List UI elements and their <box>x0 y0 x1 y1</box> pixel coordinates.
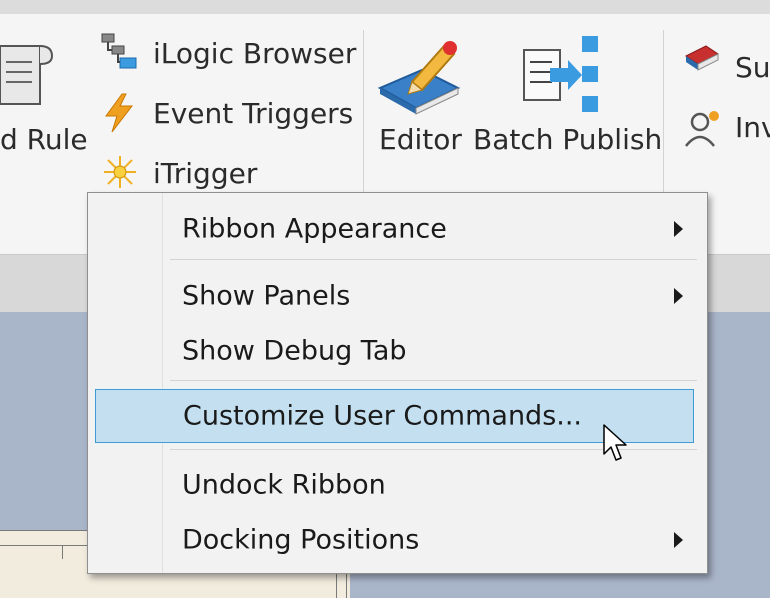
batch-publish-button[interactable]: Batch Publish <box>473 126 662 154</box>
menu-item-label: Show Panels <box>182 280 351 312</box>
menu-item-show-panels[interactable]: Show Panels <box>88 272 707 320</box>
menu-item-label: Ribbon Appearance <box>182 213 447 245</box>
menu-item-undock-ribbon[interactable]: Undock Ribbon <box>88 461 707 509</box>
tree-browser-icon <box>101 33 137 69</box>
editor-button[interactable]: Editor <box>379 126 462 154</box>
su-button[interactable]: Su <box>735 54 770 82</box>
menu-item-label: Docking Positions <box>182 524 420 556</box>
submenu-arrow-icon <box>674 288 683 304</box>
user-icon <box>685 111 719 147</box>
menu-item-ribbon-appearance[interactable]: Ribbon Appearance <box>88 205 707 253</box>
inv-button[interactable]: Inv <box>735 114 770 142</box>
menu-item-show-debug-tab[interactable]: Show Debug Tab <box>88 327 707 375</box>
itrigger-button[interactable]: iTrigger <box>153 160 257 188</box>
ilogic-browser-button[interactable]: iLogic Browser <box>153 40 356 68</box>
mouse-pointer-icon <box>603 424 627 461</box>
red-book-icon <box>685 45 719 71</box>
menu-separator <box>170 259 697 260</box>
menu-separator <box>170 380 697 381</box>
scroll-icon <box>0 45 54 105</box>
rule-button-label[interactable]: d Rule <box>0 126 88 154</box>
batch-publish-icon <box>523 36 598 112</box>
event-triggers-button[interactable]: Event Triggers <box>153 100 353 128</box>
submenu-arrow-icon <box>674 532 683 548</box>
menu-item-docking-positions[interactable]: Docking Positions <box>88 516 707 564</box>
submenu-arrow-icon <box>674 221 683 237</box>
lightning-icon <box>105 93 134 133</box>
title-strip <box>0 0 770 14</box>
book-pencil-icon <box>377 41 461 115</box>
menu-item-label: Customize User Commands... <box>183 400 583 432</box>
sunburst-icon <box>104 156 136 188</box>
ribbon-context-menu: Ribbon Appearance Show Panels Show Debug… <box>87 192 708 574</box>
menu-item-label: Undock Ribbon <box>182 469 386 501</box>
menu-item-label: Show Debug Tab <box>182 335 407 367</box>
